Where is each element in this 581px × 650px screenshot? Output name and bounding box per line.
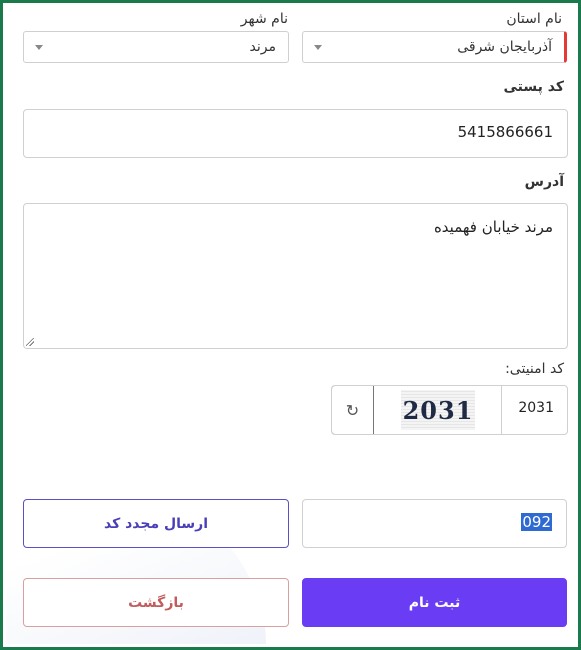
captcha-input[interactable]: 2031 <box>502 386 566 434</box>
captcha-input-value: 2031 <box>518 400 554 416</box>
resize-handle-icon[interactable] <box>26 338 34 346</box>
captcha-group: ↻ 2031 2031 <box>331 385 568 435</box>
address-value: مرند خیابان فهمیده <box>433 218 553 236</box>
form-frame: نام استان آذربایجان شرقی نام شهر مرند کد… <box>0 0 581 650</box>
province-value: آذربایجان شرقی <box>457 39 552 55</box>
resend-code-button[interactable]: ارسال مجدد کد <box>23 499 289 548</box>
back-button[interactable]: بازگشت <box>23 578 289 627</box>
address-label: آدرس <box>524 174 564 190</box>
postal-label: کد پستی <box>503 79 564 95</box>
city-label: نام شهر <box>240 11 288 27</box>
captcha-image-text: 2031 <box>402 395 474 425</box>
chevron-down-icon <box>35 45 43 50</box>
captcha-label: کد امنیتی: <box>505 361 564 377</box>
province-label: نام استان <box>506 11 562 27</box>
postal-input[interactable]: 5415866661 <box>23 109 568 158</box>
captcha-refresh-button[interactable]: ↻ <box>332 386 374 434</box>
verify-code-input[interactable]: 092 <box>302 499 567 548</box>
submit-button[interactable]: ثبت نام <box>302 578 567 627</box>
city-select[interactable]: مرند <box>23 31 289 63</box>
postal-value: 5415866661 <box>457 123 553 141</box>
verify-code-value: 092 <box>521 513 552 531</box>
chevron-down-icon <box>314 45 322 50</box>
province-select[interactable]: آذربایجان شرقی <box>302 31 567 63</box>
city-value: مرند <box>249 39 276 55</box>
captcha-image: 2031 <box>375 386 502 434</box>
refresh-icon: ↻ <box>345 400 360 420</box>
captcha-picture: 2031 <box>401 390 475 430</box>
address-textarea[interactable]: مرند خیابان فهمیده <box>23 203 568 349</box>
